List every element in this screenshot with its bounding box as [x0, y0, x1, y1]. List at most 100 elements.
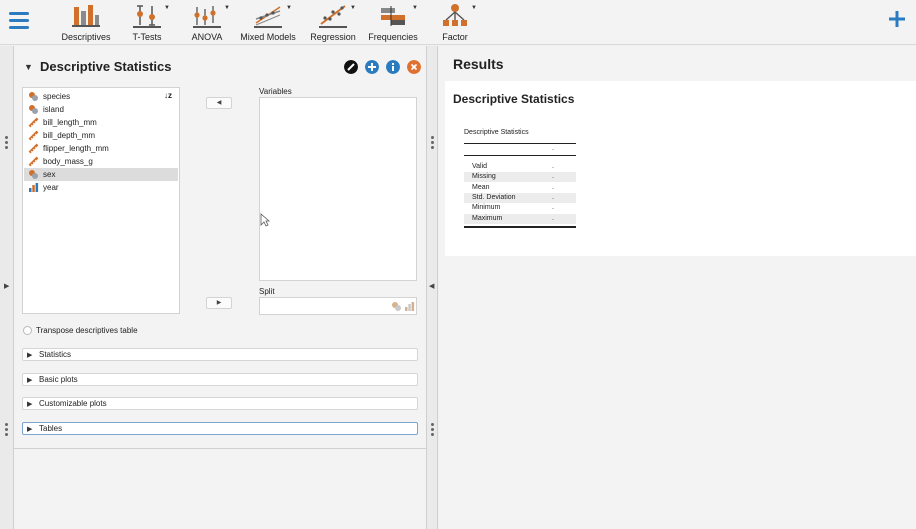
scale-variable-icon [28, 143, 39, 154]
variable-item-bill-depth-mm[interactable]: bill_depth_mm [24, 129, 178, 142]
chevron-down-icon[interactable]: ▼ [164, 5, 170, 11]
variable-item-year[interactable]: year [24, 181, 178, 194]
mixed-models-icon [254, 6, 282, 28]
t-tests-icon [133, 5, 161, 28]
regression-icon [319, 5, 347, 28]
variable-name: bill_length_mm [43, 118, 97, 127]
ribbon-toolbar: Descriptives T-Tests ▼ ANOVA ▼ Mixed Mod… [0, 0, 916, 45]
toolbar-label: Mixed Models [240, 32, 296, 42]
row-value: . [552, 183, 554, 191]
hamburger-menu-icon[interactable] [9, 12, 29, 30]
scale-variable-icon [28, 156, 39, 167]
table-row: Minimum. [464, 203, 576, 213]
toolbar-t-tests-button[interactable]: T-Tests ▼ [126, 3, 170, 43]
row-value: . [552, 173, 554, 181]
info-icon[interactable] [386, 60, 400, 74]
drag-handle-icon[interactable] [431, 136, 435, 150]
table-top-rule [464, 143, 576, 144]
toolbar-factor-button[interactable]: Factor ▼ [438, 3, 477, 43]
row-value: . [552, 163, 554, 170]
row-label: Mean [472, 183, 490, 191]
toolbar-mixed-models-button[interactable]: Mixed Models ▼ [240, 3, 296, 43]
expand-arrow-icon[interactable]: ▶ [4, 282, 9, 290]
duplicate-plus-icon[interactable] [365, 60, 379, 74]
chevron-down-icon[interactable]: ▼ [224, 5, 230, 11]
toolbar-anova-button[interactable]: ANOVA ▼ [186, 3, 230, 43]
collapse-arrow-icon[interactable]: ◀ [429, 282, 434, 290]
variable-name: island [43, 105, 64, 114]
middle-splitter[interactable]: ◀ [426, 46, 438, 529]
row-value: . [552, 204, 554, 212]
row-label: Minimum [472, 204, 501, 212]
scale-variable-icon [28, 117, 39, 128]
row-label: Std. Deviation [472, 193, 516, 201]
left-splitter[interactable]: ▶ [0, 46, 14, 529]
section-label: Basic plots [39, 375, 78, 384]
section-statistics[interactable]: ▶ Statistics [22, 348, 418, 361]
chevron-down-icon[interactable]: ▼ [412, 5, 418, 11]
analysis-header: ▼ Descriptive Statistics [24, 58, 424, 78]
nominal-variable-icon [29, 92, 38, 101]
toolbar-regression-button[interactable]: Regression ▼ [308, 3, 358, 43]
expand-triangle-icon: ▶ [27, 377, 33, 384]
results-card-title: Descriptive Statistics [453, 92, 575, 106]
toolbar-label: ANOVA [191, 32, 223, 42]
split-target-box[interactable] [259, 297, 417, 315]
edit-pencil-icon[interactable] [344, 60, 358, 74]
scale-variable-icon [28, 130, 39, 141]
drag-handle-icon[interactable] [431, 423, 435, 437]
table-bottom-rule [464, 226, 576, 228]
analysis-title: Descriptive Statistics [40, 59, 172, 74]
results-panel: Results Descriptive Statistics Descripti… [439, 46, 916, 529]
variable-item-sex[interactable]: sex [24, 168, 178, 181]
table-row: Missing. [464, 172, 576, 183]
chevron-down-icon[interactable]: ▼ [471, 5, 477, 11]
toolbar-label: Descriptives [61, 32, 111, 42]
variable-item-island[interactable]: island [24, 103, 178, 116]
transpose-checkbox[interactable] [23, 326, 32, 335]
variable-name: sex [43, 170, 56, 179]
row-label: Maximum [472, 214, 503, 222]
variable-item-body-mass-g[interactable]: body_mass_g [24, 155, 178, 168]
nominal-variable-icon [392, 302, 401, 311]
collapse-triangle-icon[interactable]: ▼ [24, 62, 33, 72]
chevron-down-icon[interactable]: ▼ [350, 5, 356, 11]
ordinal-variable-icon [405, 302, 415, 311]
variables-target-box[interactable] [259, 97, 417, 281]
variable-item-species[interactable]: species [24, 90, 178, 103]
results-card: Descriptive Statistics Descriptive Stati… [445, 81, 916, 256]
drag-handle-icon[interactable] [5, 423, 9, 437]
table-header-rule [464, 155, 576, 156]
variable-item-flipper-length-mm[interactable]: flipper_length_mm [24, 142, 178, 155]
row-value: . [552, 193, 554, 201]
close-icon[interactable] [407, 60, 421, 74]
drag-handle-icon[interactable] [5, 136, 9, 150]
factor-icon [443, 4, 467, 26]
transpose-label: Transpose descriptives table [36, 326, 138, 335]
move-to-variables-button[interactable]: ◀ [206, 97, 232, 109]
ordinal-variable-icon [29, 183, 39, 192]
table-row: Mean. [464, 183, 576, 193]
toolbar-descriptives-button[interactable]: Descriptives [60, 3, 112, 43]
table-header-value: . [552, 145, 554, 152]
analysis-options-panel: ▼ Descriptive Statistics ↓z species islan… [14, 46, 426, 529]
variable-name: year [43, 183, 59, 192]
toolbar-label: T-Tests [132, 32, 162, 42]
results-header: Results [453, 56, 504, 72]
nominal-variable-icon [29, 170, 38, 179]
variable-name: flipper_length_mm [43, 144, 109, 153]
source-variable-list[interactable]: ↓z species island bill_length_mm bill_depth… [22, 87, 180, 314]
expand-triangle-icon: ▶ [27, 352, 33, 359]
section-tables[interactable]: ▶ Tables [22, 422, 418, 435]
section-label: Statistics [39, 350, 72, 359]
section-basic-plots[interactable]: ▶ Basic plots [22, 373, 418, 386]
section-customizable-plots[interactable]: ▶ Customizable plots [22, 397, 418, 410]
plus-icon[interactable] [888, 10, 906, 28]
toolbar-frequencies-button[interactable]: Frequencies ▼ [367, 3, 419, 43]
mouse-cursor-icon [260, 213, 270, 227]
move-to-split-button[interactable]: ▶ [206, 297, 232, 309]
panel-divider [14, 448, 426, 449]
expand-triangle-icon: ▶ [27, 426, 33, 433]
chevron-down-icon[interactable]: ▼ [286, 5, 292, 11]
variable-item-bill-length-mm[interactable]: bill_length_mm [24, 116, 178, 129]
